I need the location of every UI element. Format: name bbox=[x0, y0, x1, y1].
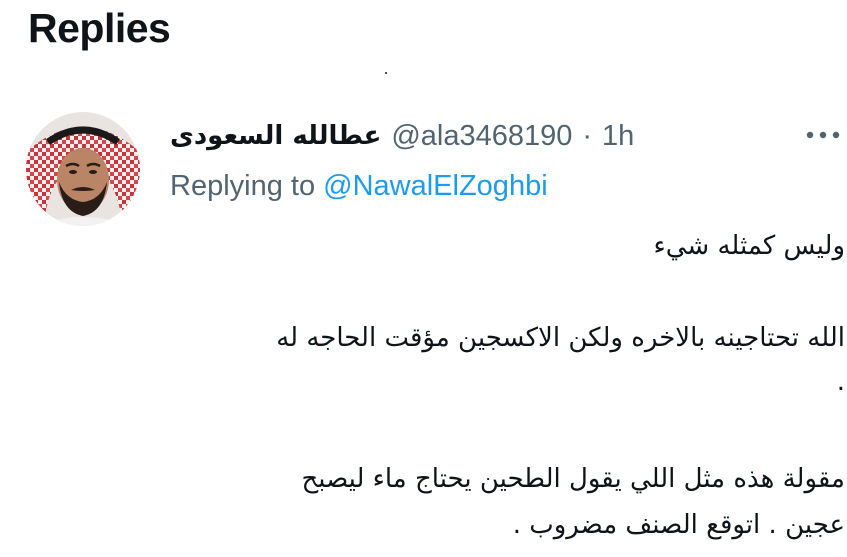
more-horizontal-icon bbox=[806, 131, 840, 139]
replying-prefix: Replying to bbox=[170, 170, 316, 202]
tweet-text-line: مقولة هذه مثل اللي يقول الطحين يحتاج ماء… bbox=[301, 464, 845, 494]
tweet-header: عطالله السعودى @ala3468190 · 1h bbox=[170, 116, 634, 156]
user-handle[interactable]: @ala3468190 bbox=[391, 120, 572, 153]
tweet-text-line: وليس كمثله شيء bbox=[653, 231, 845, 261]
tweet-text-line: . bbox=[836, 367, 845, 397]
stray-dot bbox=[385, 72, 387, 74]
replying-to: Replying to @NawalElZoghbi bbox=[170, 170, 548, 203]
tweet-text-line: الله تحتاجينه بالاخره ولكن الاكسجين مؤقت… bbox=[276, 323, 845, 353]
more-options-button[interactable] bbox=[800, 120, 846, 150]
replying-to-mention[interactable]: @NawalElZoghbi bbox=[323, 170, 547, 202]
reply-tweet[interactable]: عطالله السعودى @ala3468190 · 1h Replying… bbox=[0, 100, 847, 557]
timestamp[interactable]: 1h bbox=[602, 120, 634, 153]
display-name[interactable]: عطالله السعودى bbox=[170, 121, 381, 151]
replies-page: Replies عطالله السعودى @ala3468190 · 1h … bbox=[0, 0, 847, 557]
tweet-text-line: عجين . اتوقع الصنف مضروب . bbox=[512, 510, 845, 540]
section-title: Replies bbox=[28, 5, 171, 51]
avatar-image bbox=[26, 112, 140, 226]
avatar[interactable] bbox=[26, 112, 140, 226]
header-separator: · bbox=[582, 119, 593, 152]
